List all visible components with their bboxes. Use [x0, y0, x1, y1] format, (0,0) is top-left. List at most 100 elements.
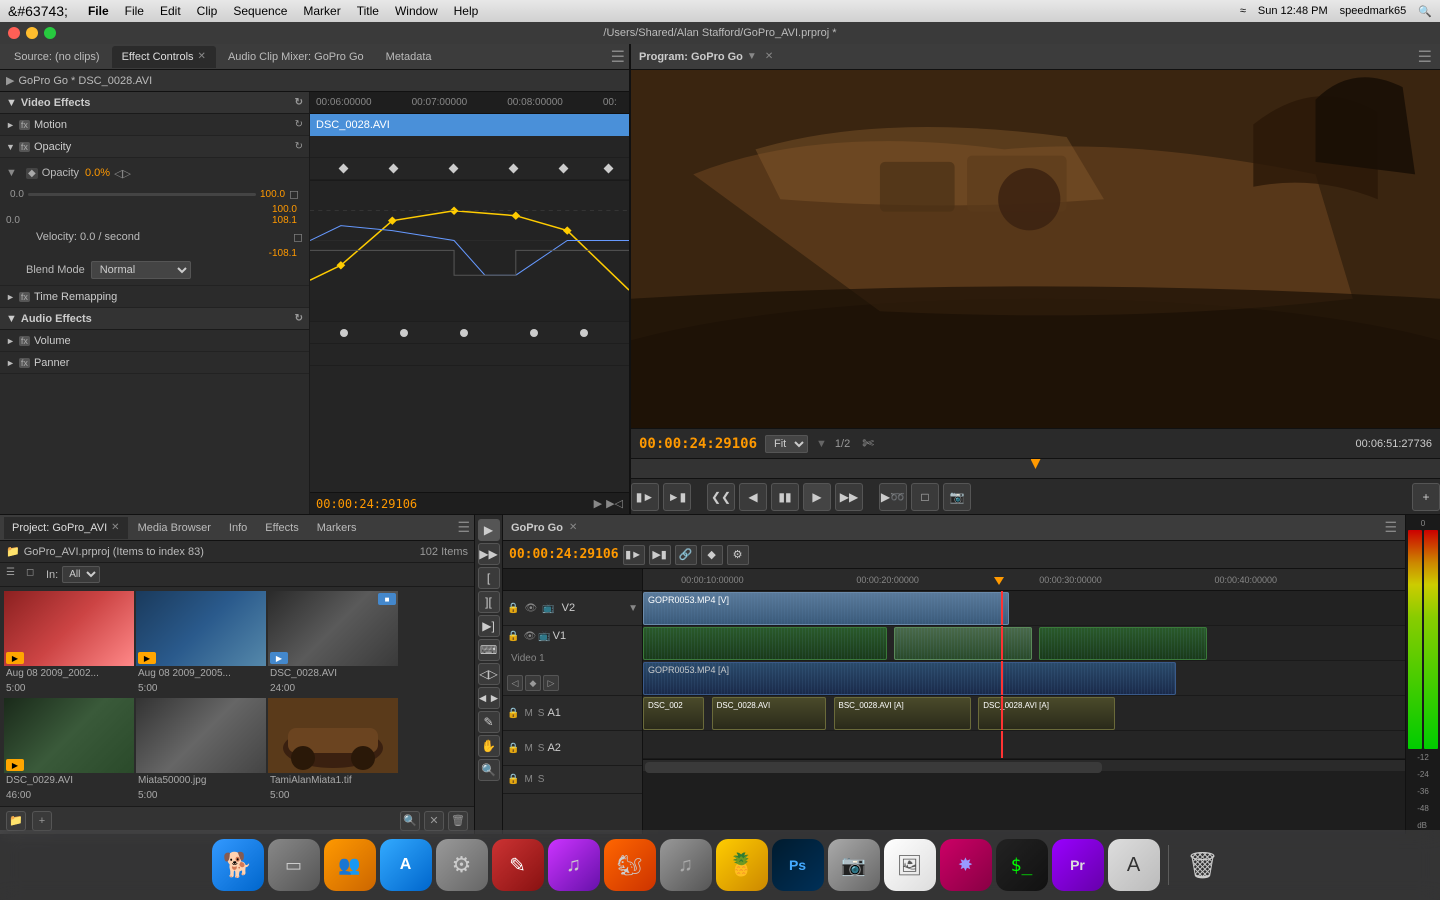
a2-lock-icon[interactable]: 🔒 — [507, 743, 519, 754]
dock-itunes-icon[interactable]: ♫ — [548, 839, 600, 891]
maximize-button[interactable] — [44, 27, 56, 39]
search-icon[interactable]: 🔍 — [1418, 5, 1432, 18]
close-button[interactable] — [8, 27, 20, 39]
tl-btn-out[interactable]: ▶▮ — [649, 545, 671, 565]
step-back-button[interactable]: ◀ — [739, 483, 767, 511]
sequence-menu[interactable]: Sequence — [233, 4, 287, 18]
scrollbar-thumb[interactable] — [645, 762, 1102, 773]
monitor-scrubber[interactable] — [631, 458, 1440, 478]
v1-next-kf[interactable]: ▷ — [543, 675, 559, 691]
dock-logic-icon[interactable]: ♫ — [660, 839, 712, 891]
a2-mute-icon[interactable]: M — [524, 743, 532, 754]
crop-icon[interactable]: ✄ — [862, 435, 874, 452]
kf-diamond-1[interactable] — [339, 164, 349, 174]
file-menu[interactable]: File — [125, 4, 144, 18]
tab-markers[interactable]: Markers — [309, 517, 365, 539]
list-item[interactable]: ▶ DSC_0029.AVI 46:00 — [4, 698, 134, 803]
tab-audio-clip-mixer[interactable]: Audio Clip Mixer: GoPro Go — [218, 46, 374, 68]
volume-kf-2[interactable] — [400, 329, 408, 337]
opacity-left-arrow-icon[interactable]: ◁ — [114, 167, 122, 180]
monitor-menu-button[interactable]: ☰ — [1418, 47, 1432, 67]
app-name-menu[interactable]: File — [88, 4, 109, 18]
v2-clip-1[interactable]: GOPR0053.MP4 [V] — [643, 592, 1009, 625]
a2-clip-1[interactable]: DSC_002 — [643, 697, 704, 730]
dock-pineapple-icon[interactable]: 🍍 — [716, 839, 768, 891]
dock-adobe-pencil-icon[interactable]: ✎ — [492, 839, 544, 891]
dock-preview-icon[interactable]: 🖼 — [884, 839, 936, 891]
opacity-reset-icon[interactable]: ↻ — [295, 141, 303, 152]
close-project-tab-icon[interactable]: ✕ — [111, 522, 119, 533]
video-effects-reset-button[interactable]: ↻ — [295, 97, 303, 108]
dock-fontbook-icon[interactable]: A — [1108, 839, 1160, 891]
volume-kf-5[interactable] — [580, 329, 588, 337]
v1-clip-2[interactable] — [894, 627, 1031, 660]
dock-launchpad-icon[interactable]: ▭ — [268, 839, 320, 891]
time-remapping-expand-icon[interactable]: ► — [6, 292, 15, 302]
list-item[interactable]: TamiAlanMiata1.tif 5:00 — [268, 698, 398, 803]
help-menu[interactable]: Help — [454, 4, 479, 18]
add-to-sequence-button[interactable]: + — [1412, 483, 1440, 511]
timeline-menu-button[interactable]: ☰ — [1384, 519, 1397, 536]
list-item[interactable]: ▶ ■ DSC_0028.AVI 24:00 — [268, 591, 398, 696]
kf-diamond-2[interactable] — [389, 164, 399, 174]
stop-button[interactable]: ▮▮ — [771, 483, 799, 511]
minimize-button[interactable] — [26, 27, 38, 39]
v2-eye-icon[interactable]: 👁 — [524, 603, 537, 614]
timeline-scrollbar[interactable] — [643, 759, 1405, 771]
tab-metadata[interactable]: Metadata — [376, 46, 442, 68]
tab-project[interactable]: Project: GoPro_AVI ✕ — [4, 517, 128, 539]
kf-diamond-3[interactable] — [449, 164, 459, 174]
list-item[interactable]: Miata50000.jpg 5:00 — [136, 698, 266, 803]
safe-margins-button[interactable]: □ — [911, 483, 939, 511]
silence-solo-icon[interactable]: S — [538, 774, 545, 785]
export-frame-button[interactable]: 📷 — [943, 483, 971, 511]
velocity-add-button[interactable]: ◻ — [293, 230, 303, 244]
v2-sync-icon[interactable]: 📺 — [542, 603, 554, 614]
ec-export-button[interactable]: ▶◁ — [606, 497, 623, 510]
v2-lock-icon[interactable]: 🔒 — [507, 603, 519, 614]
new-bin-button[interactable]: 📁 — [6, 811, 26, 831]
a1-sync-icon[interactable]: M — [524, 708, 532, 719]
marker-menu[interactable]: Marker — [303, 4, 340, 18]
tab-effects[interactable]: Effects — [257, 517, 306, 539]
audio-effects-reset-button[interactable]: ↻ — [295, 313, 303, 324]
silence-mute-icon[interactable]: M — [524, 774, 532, 785]
dock-appstore-icon[interactable]: A — [380, 839, 432, 891]
apple-logo-icon[interactable]: &#63743; — [8, 3, 68, 19]
delete-button[interactable]: 🗑 — [448, 811, 468, 831]
volume-kf-3[interactable] — [460, 329, 468, 337]
volume-expand-icon[interactable]: ► — [6, 336, 15, 346]
dock-finder-icon[interactable]: 🐕 — [212, 839, 264, 891]
grid-view-icon[interactable]: ◻ — [26, 567, 42, 583]
tab-info[interactable]: Info — [221, 517, 255, 539]
search-button[interactable]: 🔍 — [400, 811, 420, 831]
dock-camera-icon[interactable]: 📷 — [828, 839, 880, 891]
a1-solo-icon[interactable]: S — [538, 708, 545, 719]
list-item[interactable]: ▶ Aug 08 2009_2005... 5:00 — [136, 591, 266, 696]
tab-effect-controls[interactable]: Effect Controls ✕ — [112, 46, 216, 68]
dock-contacts-icon[interactable]: 👥 — [324, 839, 376, 891]
volume-kf-1[interactable] — [340, 329, 348, 337]
opacity-add-keyframe-button[interactable]: ◻ — [289, 187, 299, 201]
monitor-close-button[interactable]: ✕ — [765, 51, 773, 62]
new-item-button[interactable]: + — [32, 811, 52, 831]
tl-btn-link[interactable]: 🔗 — [675, 545, 697, 565]
dock-squirrel-icon[interactable]: 🐿 — [604, 839, 656, 891]
dock-photoshop-icon[interactable]: Ps — [772, 839, 824, 891]
v1-clip-3[interactable] — [1039, 627, 1207, 660]
pen-tool-button[interactable]: ✎ — [478, 711, 500, 733]
track-select-tool-button[interactable]: ▶▶ — [478, 543, 500, 565]
step-forward-button[interactable]: ▶▶ — [835, 483, 863, 511]
dock-ae-icon[interactable]: ✸ — [940, 839, 992, 891]
motion-expand-icon[interactable]: ► — [6, 120, 15, 130]
monitor-dropdown-icon[interactable]: ▼ — [747, 51, 757, 62]
edit-menu[interactable]: Edit — [160, 4, 181, 18]
opacity-expand-icon[interactable]: ▼ — [6, 142, 15, 152]
out-point-button[interactable]: ►▮ — [663, 483, 691, 511]
motion-reset-icon[interactable]: ↻ — [295, 119, 303, 130]
panel-menu-button[interactable]: ☰ — [611, 47, 625, 67]
ec-add-marker-button[interactable]: ▶ — [594, 497, 602, 510]
v1-prev-kf[interactable]: ◁ — [507, 675, 523, 691]
title-menu[interactable]: Title — [357, 4, 379, 18]
v2-collapse-icon[interactable]: ▼ — [628, 603, 638, 614]
